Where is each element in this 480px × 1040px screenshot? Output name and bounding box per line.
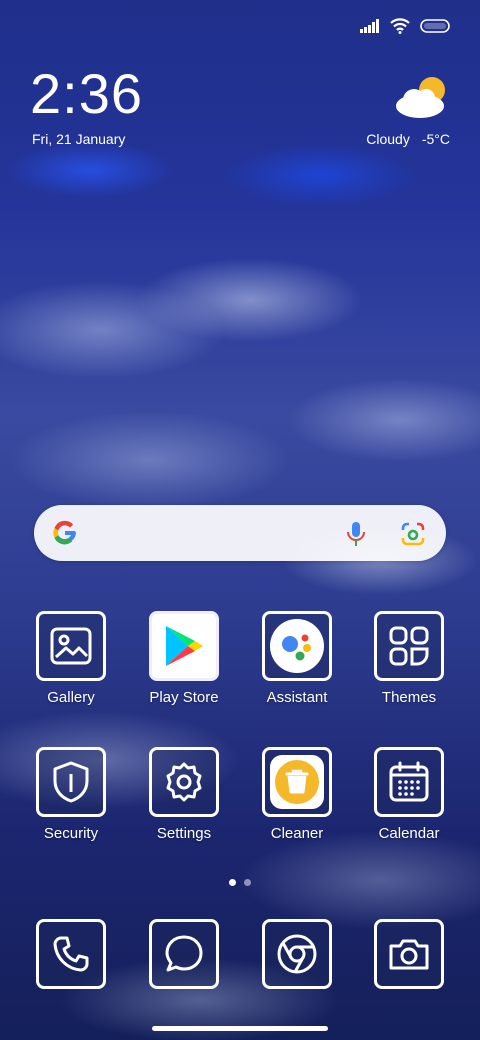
page-dot <box>244 879 251 886</box>
app-label: Assistant <box>266 689 328 706</box>
page-dot-active <box>229 879 236 886</box>
clock-time[interactable]: 2:36 <box>30 66 143 122</box>
app-settings[interactable]: Settings <box>134 747 234 842</box>
dock-camera[interactable] <box>359 919 459 989</box>
app-label: Settings <box>156 825 212 842</box>
app-label: Security <box>43 825 99 842</box>
weather-widget[interactable]: Cloudy -5°C <box>366 131 450 147</box>
app-label: Gallery <box>47 689 95 706</box>
assistant-icon <box>270 619 324 673</box>
app-label: Calendar <box>378 825 440 842</box>
app-label: Play Store <box>149 689 219 706</box>
status-bar <box>360 18 450 34</box>
app-assistant[interactable]: Assistant <box>247 611 347 706</box>
home-gesture-bar[interactable] <box>152 1026 328 1031</box>
weather-temperature: -5°C <box>421 131 450 147</box>
app-label: Themes <box>381 689 437 706</box>
app-themes[interactable]: Themes <box>359 611 459 706</box>
app-play-store[interactable]: Play Store <box>134 611 234 706</box>
gallery-icon <box>50 627 92 665</box>
google-logo-icon <box>53 520 76 545</box>
mic-icon[interactable] <box>346 521 366 547</box>
dock-phone[interactable] <box>21 919 121 989</box>
app-security[interactable]: Security <box>21 747 121 842</box>
page-indicator[interactable] <box>229 879 251 886</box>
app-calendar[interactable]: Calendar <box>359 747 459 842</box>
calendar-icon <box>389 761 429 802</box>
themes-icon <box>389 626 429 666</box>
play-store-icon <box>166 626 203 666</box>
lens-icon[interactable] <box>400 522 426 546</box>
gear-icon <box>166 762 202 802</box>
messages-icon <box>165 935 203 972</box>
google-search-bar[interactable] <box>34 505 446 561</box>
dock-messages[interactable] <box>134 919 234 989</box>
dock-chrome[interactable] <box>247 919 347 989</box>
app-label: Cleaner <box>270 825 324 842</box>
wifi-icon <box>390 18 410 34</box>
weather-condition: Cloudy <box>366 131 410 147</box>
signal-icon <box>360 19 379 33</box>
camera-icon <box>389 939 429 970</box>
battery-icon <box>420 19 450 33</box>
clock-date[interactable]: Fri, 21 January <box>32 131 125 147</box>
chrome-icon <box>277 934 317 974</box>
app-cleaner[interactable]: Cleaner <box>247 747 347 842</box>
shield-icon <box>53 761 89 803</box>
cloudy-sun-icon[interactable] <box>394 74 450 120</box>
trash-icon <box>270 755 324 809</box>
phone-icon <box>53 936 89 972</box>
app-gallery[interactable]: Gallery <box>21 611 121 706</box>
